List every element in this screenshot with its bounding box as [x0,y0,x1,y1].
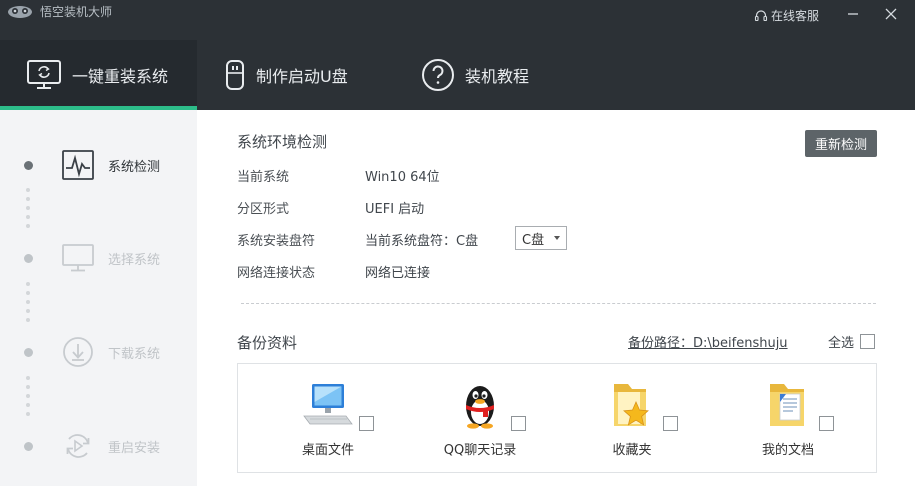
install-drive-select[interactable]: C盘 [515,226,567,250]
step-system-check-label: 系统检测 [108,160,161,175]
tab-install-tutorial[interactable]: 装机教程 [421,40,561,110]
step-dot [24,254,33,263]
step-select-system-label: 选择系统 [108,253,161,268]
backup-item-favorites-label: 收藏夹 [612,443,652,458]
tab-install-tutorial-label: 装机教程 [465,67,530,86]
install-drive-label: 系统安装盘符 [237,234,316,249]
step-system-check: 系统检测 [0,145,197,185]
step-restart-install-label: 重启安装 [108,441,161,456]
step-dot [24,161,33,170]
pulse-monitor-icon [60,149,96,181]
select-all-label: 全选 [828,336,855,351]
backup-item-qq-chat[interactable]: QQ聊天记录 [420,364,540,472]
backup-path-link[interactable]: 备份路径：D:\beifenshuju [628,332,788,351]
select-all-toggle[interactable]: 全选 [828,332,876,351]
tab-make-boot-usb[interactable]: 制作启动U盘 [224,40,384,110]
close-button[interactable] [878,2,904,26]
step-dot [24,442,33,451]
close-icon [885,8,897,20]
restart-icon [60,430,96,462]
steps-sidebar: 系统检测 选择系统 下载系统 重启安装 [0,110,197,486]
computer-icon [303,384,353,425]
download-circle-icon [60,336,96,368]
help-circle-icon [421,58,455,92]
step-connector [26,282,31,327]
backup-desktop-checkbox[interactable] [359,416,374,431]
partition-type-value: UEFI 启动 [365,202,425,217]
backup-qq-chat-checkbox[interactable] [511,416,526,431]
backup-item-favorites[interactable]: 收藏夹 [572,364,692,472]
chevron-down-icon [554,236,560,240]
online-service-label: 在线客服 [771,9,820,23]
documents-folder-icon [770,384,804,426]
install-drive-value: 当前系统盘符：C盘 [365,234,479,249]
step-connector [26,188,31,233]
backup-title: 备份资料 [237,334,298,352]
backup-item-documents-label: 我的文档 [761,443,814,458]
network-status-label: 网络连接状态 [237,266,316,281]
wukong-logo-icon [8,6,32,18]
online-service-button[interactable]: 在线客服 [754,7,819,24]
current-system-label: 当前系统 [237,170,290,185]
monitor-refresh-icon [26,59,62,91]
backup-favorites-checkbox[interactable] [663,416,678,431]
section-divider [241,303,876,304]
backup-items-panel: 桌面文件 QQ聊天记录 收藏夹 我的文档 [237,363,877,473]
step-download-system-label: 下载系统 [108,347,161,362]
step-dot [24,348,33,357]
headset-icon [754,9,768,21]
usb-drive-icon [224,59,246,91]
backup-item-desktop-label: 桌面文件 [301,443,354,458]
step-select-system: 选择系统 [0,238,197,278]
backup-item-qq-chat-label: QQ聊天记录 [443,443,517,458]
minimize-icon [848,13,858,15]
app-title: 悟空装机大师 [40,5,113,19]
top-bar: 悟空装机大师 在线客服 一键重装系统 制作启动U盘 装机教程 [0,0,915,110]
tab-make-boot-usb-label: 制作启动U盘 [256,67,348,86]
qq-penguin-icon [466,386,494,429]
current-system-value: Win10 64位 [365,170,440,185]
monitor-icon [60,242,96,274]
minimize-button[interactable] [840,2,866,26]
favorites-folder-icon [614,384,649,426]
backup-item-documents[interactable]: 我的文档 [728,364,848,472]
tab-one-click-reinstall[interactable]: 一键重装系统 [0,40,197,110]
step-connector [26,376,31,421]
step-restart-install: 重启安装 [0,426,197,466]
env-check-title: 系统环境检测 [237,133,328,151]
partition-type-label: 分区形式 [237,202,290,217]
tab-one-click-reinstall-label: 一键重装系统 [72,67,169,86]
step-download-system: 下载系统 [0,332,197,372]
install-drive-select-value: C盘 [522,232,545,248]
backup-documents-checkbox[interactable] [819,416,834,431]
recheck-button[interactable]: 重新检测 [805,130,877,157]
network-status-value: 网络已连接 [365,266,431,281]
select-all-checkbox[interactable] [860,334,876,349]
backup-item-desktop[interactable]: 桌面文件 [268,364,388,472]
